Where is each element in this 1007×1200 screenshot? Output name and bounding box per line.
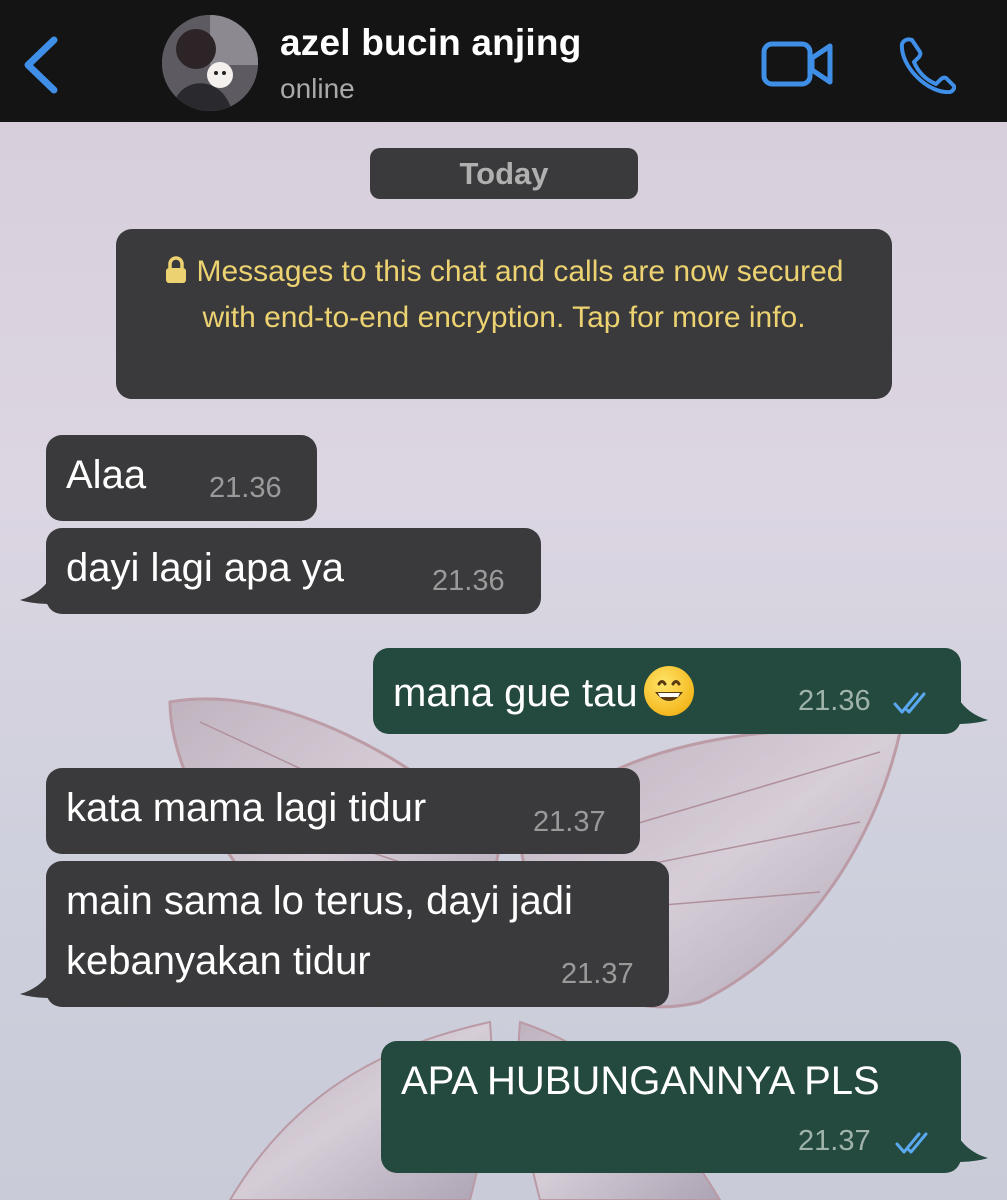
- message-time: 21.36: [798, 685, 871, 717]
- bubble-tail: [20, 972, 50, 998]
- message-text-line2: kebanyakan tidur: [66, 939, 371, 983]
- message-time: 21.37: [533, 806, 606, 838]
- message-bubble-incoming[interactable]: main sama lo terus, dayi jadi kebanyakan…: [46, 861, 669, 1007]
- message-time: 21.36: [432, 565, 505, 597]
- read-receipt-icon: [893, 692, 926, 714]
- message-bubble-outgoing[interactable]: APA HUBUNGANNYA PLS 21.37: [381, 1041, 961, 1173]
- message-text: Alaa: [66, 453, 147, 497]
- read-receipt-icon: [895, 1132, 928, 1154]
- message-text: dayi lagi apa ya: [66, 546, 344, 590]
- message-text: kata mama lagi tidur: [66, 786, 427, 830]
- grinning-face-emoji: [643, 666, 694, 716]
- bubble-tail: [20, 578, 50, 604]
- contact-status: online: [280, 73, 355, 104]
- contact-name[interactable]: azel bucin anjing: [280, 22, 582, 64]
- message-time: 21.37: [798, 1125, 871, 1157]
- bubble-tail: [958, 698, 988, 724]
- video-camera-icon[interactable]: [760, 38, 834, 90]
- bubble-tail: [958, 1136, 988, 1162]
- message-bubble-outgoing[interactable]: mana gue tau 21.36: [373, 648, 961, 734]
- message-bubble-incoming[interactable]: kata mama lagi tidur 21.37: [46, 768, 640, 854]
- avatar[interactable]: [162, 15, 258, 111]
- phone-icon[interactable]: [898, 36, 956, 94]
- lock-icon: [166, 256, 187, 283]
- date-separator: Today: [370, 148, 638, 199]
- message-bubble-incoming[interactable]: Alaa 21.36: [46, 435, 317, 521]
- chat-header: azel bucin anjing online: [0, 0, 1007, 122]
- message-text: mana gue tau: [393, 666, 694, 716]
- message-bubble-incoming[interactable]: dayi lagi apa ya 21.36: [46, 528, 541, 614]
- message-text: APA HUBUNGANNYA PLS: [401, 1059, 880, 1103]
- encryption-notice-text: Messages to this chat and calls are now …: [196, 255, 844, 334]
- chevron-left-icon[interactable]: [18, 34, 62, 96]
- encryption-notice[interactable]: Messages to this chat and calls are now …: [116, 229, 892, 399]
- message-text-line1: main sama lo terus, dayi jadi: [66, 879, 573, 923]
- message-time: 21.37: [561, 958, 634, 990]
- message-time: 21.36: [209, 472, 282, 504]
- message-text-content: mana gue tau: [393, 671, 638, 715]
